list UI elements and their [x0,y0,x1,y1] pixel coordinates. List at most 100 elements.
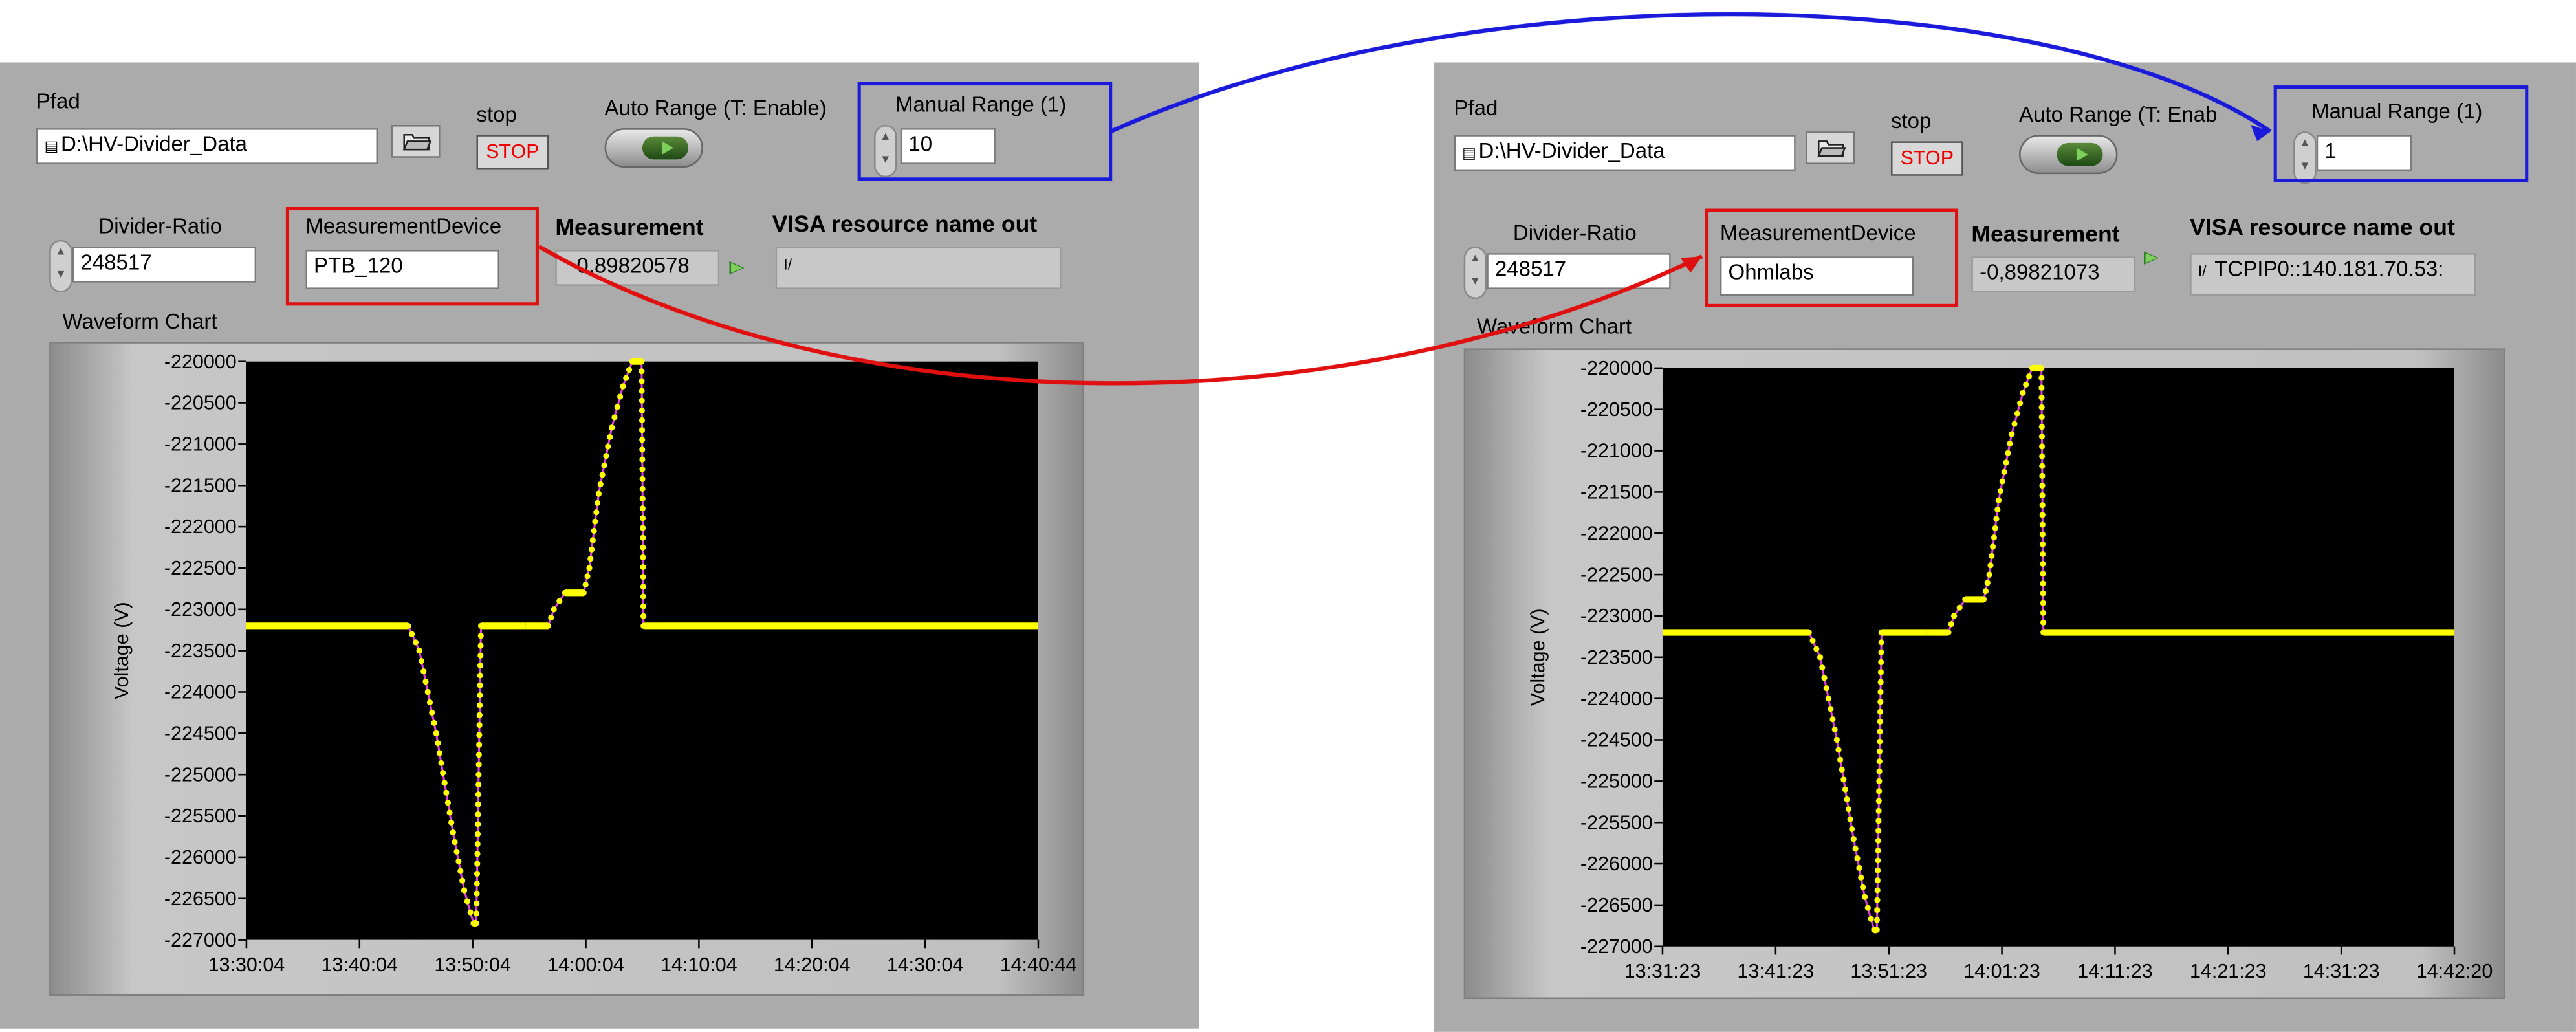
y-tick-label: -221000 [164,434,237,456]
series-point [412,639,419,646]
series-point [474,831,481,837]
series-point [459,877,466,884]
x-tick-label: 14:42:20 [2416,960,2493,982]
series-point [477,702,483,708]
series-point [614,404,620,410]
series-point [2039,521,2046,528]
series-point [639,466,646,472]
series-point [2040,571,2046,577]
series-point [2038,384,2045,391]
series-point [611,414,618,421]
series-point [640,525,646,531]
y-tick-label: -226000 [164,846,237,868]
series-point [1835,747,1842,753]
series-point [2020,390,2026,396]
series-point [629,358,635,365]
series-point [1823,685,1829,692]
y-axis-label: Voltage (V) [111,602,133,699]
series-point [1991,534,1997,541]
series-point [1839,766,1845,773]
series-point [1962,596,1969,602]
series-point [1876,768,1883,774]
series-point [477,682,483,688]
series-point [1875,837,1881,844]
series-point [2011,421,2018,427]
series-point [1874,877,1881,884]
series-point [477,692,483,699]
series-point [639,388,645,394]
series-point [1999,478,2005,485]
series-point [426,699,433,706]
series-point [1877,738,1883,745]
series-point [620,383,626,390]
series-point [2039,492,2046,499]
series-point [1849,826,1855,832]
series-point [2025,373,2033,380]
series-point [1844,796,1850,803]
series-point [551,606,557,613]
series-point [2029,365,2035,371]
series-point [477,652,484,659]
series-point [587,556,594,562]
series-point [1852,846,1859,852]
series-point [1989,553,1995,559]
series-point [475,801,481,807]
series-point [580,589,587,596]
series-point [461,887,468,894]
series-point [1861,894,1868,900]
series-point [1875,788,1883,795]
series-point [639,437,646,443]
y-tick-label: -224500 [1580,729,1653,751]
series-point [1817,654,1824,661]
series-point [2040,619,2047,626]
series-point [1878,659,1884,666]
waveform-charts: -220000 -220500 -221000 -221500 -222000 -2225… [111,12,2493,982]
series-point [607,434,613,441]
series-point [639,358,645,365]
series-point [1875,818,1882,824]
x-tick-label: 13:40:04 [321,954,398,976]
series-point [2039,502,2046,509]
series-point [562,589,568,596]
series-point [640,593,646,600]
x-tick-label: 14:21:23 [2190,960,2267,982]
series-point [409,631,415,637]
series-point [2005,450,2011,456]
series-point [603,453,609,459]
series-point [474,851,481,857]
series-point [1809,637,1816,644]
series-point [1840,776,1847,783]
series-point [639,378,645,384]
series-point [1874,887,1881,894]
series-point [1877,718,1883,725]
series-point [2039,463,2046,469]
series-point [457,868,464,874]
series-point [475,762,482,768]
x-tick-label: 14:40:44 [1000,954,1077,976]
series-point [2039,472,2046,479]
y-tick-label: -220500 [164,392,237,414]
series-point [1876,748,1883,754]
y-tick-label: -220000 [1580,357,1653,379]
y-tick-label: -225500 [1580,811,1653,833]
series-point [429,709,435,716]
series-point [1873,927,1880,933]
series-point [1874,897,1881,903]
series-point [639,397,645,404]
series-point [448,819,455,826]
series-point [1993,516,2000,522]
series-point [2039,512,2046,518]
series-point [1868,916,1874,922]
series-point [640,544,646,551]
series-point [609,424,615,431]
series-point [431,719,437,726]
series-point [591,527,597,534]
series-point [476,732,483,738]
series-point [476,722,483,729]
series-point [476,741,483,748]
series-point [597,481,604,487]
series-point [1819,664,1826,671]
series-point [1877,729,1883,735]
series-point [626,366,633,373]
y-tick-label: -223000 [164,598,237,620]
